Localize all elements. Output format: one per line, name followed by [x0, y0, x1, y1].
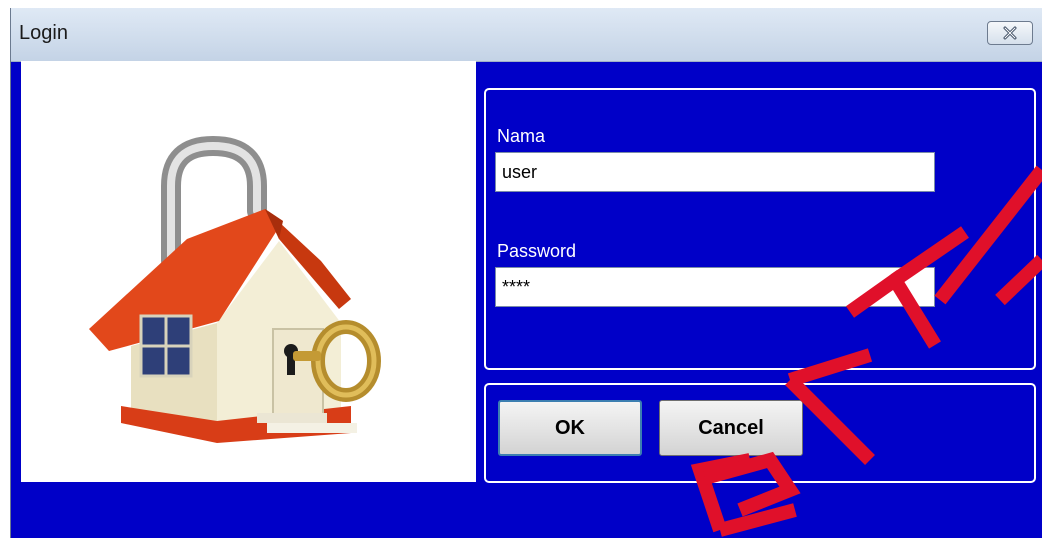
- cancel-button[interactable]: Cancel: [659, 400, 803, 456]
- window-title: Login: [19, 22, 68, 44]
- credentials-group: [484, 88, 1036, 370]
- password-input[interactable]: ****: [495, 267, 935, 307]
- close-button[interactable]: [987, 21, 1033, 45]
- name-label: Nama: [497, 126, 546, 146]
- login-illustration-panel: [21, 61, 476, 482]
- password-label: Password: [497, 241, 577, 261]
- house-lock-key-icon: [89, 135, 381, 443]
- name-input[interactable]: user: [495, 152, 935, 192]
- login-window: Login Nama user Password **** OK Cancel: [10, 8, 1042, 538]
- title-bar[interactable]: Login: [11, 8, 1042, 62]
- ok-button[interactable]: OK: [498, 400, 642, 456]
- close-icon: [1003, 26, 1017, 40]
